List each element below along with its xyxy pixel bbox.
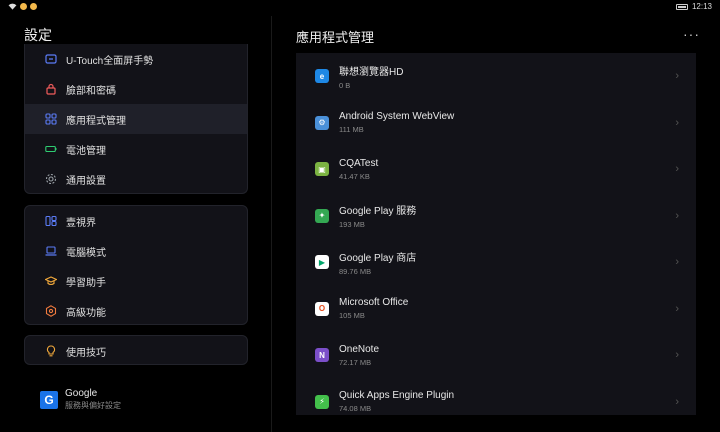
settings-group-2: 壹視界 電腦模式 學習助手 高級功能 — [24, 205, 248, 325]
google-subtitle: 服務與偏好設定 — [65, 401, 121, 410]
app-list: e 聯想瀏覽器HD 0 B › ⚙ Android System WebView… — [296, 53, 696, 415]
settings-item-study-assistant[interactable]: 學習助手 — [25, 266, 247, 296]
app-row-onenote[interactable]: N OneNote 72.17 MB › — [296, 332, 696, 379]
quick-apps-icon: ⚡ — [315, 394, 329, 409]
app-info: Google Play 服務 193 MB — [339, 202, 416, 229]
battery-icon — [44, 142, 58, 156]
browser-icon: e — [315, 69, 329, 84]
app-row-browser[interactable]: e 聯想瀏覽器HD 0 B › — [296, 53, 696, 100]
settings-item-label: 臉部和密碼 — [66, 85, 116, 97]
clock: 12:13 — [691, 2, 712, 11]
lock-icon — [44, 82, 58, 96]
graduation-cap-icon — [44, 274, 58, 288]
app-name: Google Play 服務 — [339, 206, 417, 218]
app-size: 74.08 MB — [339, 404, 372, 414]
wifi-icon — [8, 3, 17, 10]
settings-item-pc-mode[interactable]: 電腦模式 — [25, 236, 247, 266]
app-info: Android System WebView 111 MB — [339, 111, 454, 134]
settings-item-face-password[interactable]: 臉部和密碼 — [25, 74, 247, 104]
settings-item-label: U-Touch全面屏手勢 — [66, 55, 154, 67]
settings-item-label: 電池管理 — [66, 145, 106, 157]
chevron-right-icon: › — [675, 395, 679, 408]
onenote-icon: N — [315, 348, 329, 363]
settings-item-app-management[interactable]: 應用程式管理 — [25, 104, 247, 134]
app-row-play-store[interactable]: ▶ Google Play 商店 89.76 MB › — [296, 239, 696, 286]
chevron-right-icon: › — [675, 256, 679, 269]
settings-item-battery[interactable]: 電池管理 — [25, 134, 247, 164]
lightbulb-icon — [44, 344, 58, 358]
google-entry-text: Google 服務與偏好設定 — [65, 388, 121, 411]
app-info: Microsoft Office 105 MB — [339, 297, 408, 320]
chevron-right-icon: › — [675, 70, 679, 83]
play-services-icon: ✦ — [315, 208, 329, 223]
settings-item-gestures[interactable]: U-Touch全面屏手勢 — [25, 44, 247, 74]
app-info: OneNote 72.17 MB — [339, 344, 379, 367]
chevron-right-icon: › — [675, 209, 679, 222]
settings-title: 設定 — [24, 27, 52, 43]
app-row-webview[interactable]: ⚙ Android System WebView 111 MB › — [296, 100, 696, 147]
pane-divider — [271, 16, 272, 432]
settings-item-split-view[interactable]: 壹視界 — [25, 206, 247, 236]
app-size: 89.76 MB — [339, 266, 372, 276]
settings-item-label: 學習助手 — [66, 277, 106, 289]
play-store-icon: ▶ — [315, 255, 329, 270]
app-name: Microsoft Office — [339, 297, 409, 309]
app-name: Google Play 商店 — [339, 252, 417, 264]
app-row-cqatest[interactable]: ▣ CQATest 41.47 KB › — [296, 146, 696, 193]
office-icon: O — [315, 301, 329, 316]
app-size: 193 MB — [339, 220, 365, 230]
settings-item-tips[interactable]: 使用技巧 — [25, 336, 247, 364]
app-info: 聯想瀏覽器HD 0 B — [339, 63, 403, 90]
google-settings-entry[interactable]: G Google 服務與偏好設定 — [40, 388, 121, 411]
app-row-office[interactable]: O Microsoft Office 105 MB › — [296, 286, 696, 333]
split-view-icon — [44, 214, 58, 228]
page-title: 應用程式管理 — [296, 30, 375, 45]
laptop-icon — [44, 244, 58, 258]
app-size: 111 MB — [339, 125, 364, 135]
app-size: 72.17 MB — [339, 357, 372, 367]
chevron-right-icon: › — [675, 349, 679, 362]
settings-item-label: 高級功能 — [66, 307, 106, 319]
webview-icon: ⚙ — [315, 115, 329, 130]
settings-item-general[interactable]: 通用設置 — [25, 164, 247, 193]
settings-group-3: 使用技巧 — [24, 335, 248, 365]
more-options-icon[interactable]: ··· — [683, 26, 700, 42]
app-row-play-services[interactable]: ✦ Google Play 服務 193 MB › — [296, 193, 696, 240]
hexagon-icon — [44, 304, 58, 318]
settings-item-label: 使用技巧 — [66, 347, 106, 359]
status-left — [8, 3, 37, 10]
gesture-icon — [44, 52, 58, 66]
app-name: OneNote — [339, 343, 380, 355]
settings-group-1: U-Touch全面屏手勢 臉部和密碼 應用程式管理 電池管理 通用設置 — [24, 44, 248, 194]
cqatest-icon: ▣ — [315, 162, 329, 177]
chevron-right-icon: › — [675, 116, 679, 129]
notification-dot-icon — [20, 3, 27, 10]
chevron-right-icon: › — [675, 302, 679, 315]
app-name: Quick Apps Engine Plugin — [339, 390, 455, 402]
app-size: 105 MB — [339, 311, 365, 321]
apps-grid-icon — [44, 112, 58, 126]
chevron-right-icon: › — [675, 163, 679, 176]
battery-status-icon — [675, 3, 688, 10]
gear-icon — [44, 172, 58, 186]
status-bar: 12:13 — [0, 0, 720, 16]
settings-item-label: 應用程式管理 — [66, 115, 126, 127]
google-title: Google — [65, 388, 98, 399]
notification-dot-icon — [30, 3, 37, 10]
app-name: CQATest — [339, 157, 379, 169]
app-info: Quick Apps Engine Plugin 74.08 MB — [339, 390, 454, 413]
google-logo-icon: G — [40, 390, 58, 409]
settings-item-label: 壹視界 — [66, 217, 96, 229]
settings-item-label: 電腦模式 — [66, 247, 106, 259]
app-row-quick-apps[interactable]: ⚡ Quick Apps Engine Plugin 74.08 MB › — [296, 379, 696, 416]
status-right: 12:13 — [675, 2, 712, 11]
settings-item-advanced[interactable]: 高級功能 — [25, 296, 247, 324]
app-name: 聯想瀏覽器HD — [339, 66, 404, 78]
app-info: CQATest 41.47 KB — [339, 158, 378, 181]
app-size: 41.47 KB — [339, 171, 370, 181]
app-info: Google Play 商店 89.76 MB — [339, 249, 416, 276]
app-name: Android System WebView — [339, 111, 455, 123]
app-size: 0 B — [339, 80, 351, 90]
settings-item-label: 通用設置 — [66, 175, 106, 187]
